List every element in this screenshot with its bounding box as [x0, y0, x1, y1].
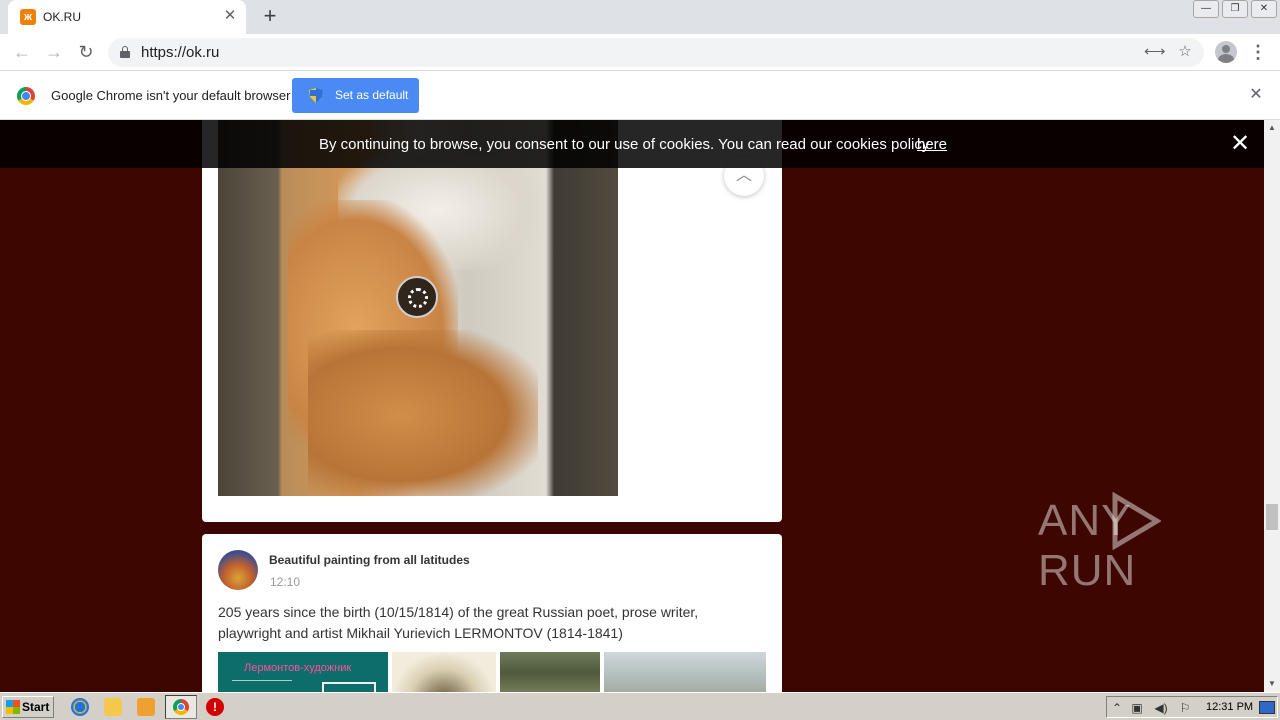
network-icon[interactable]: ▣	[1129, 700, 1145, 716]
post-time[interactable]: 12:10	[270, 575, 300, 589]
page-scrollbar[interactable]: ▲ ▼	[1264, 120, 1280, 692]
group-name-link[interactable]: Beautiful painting from all latitudes	[269, 553, 470, 567]
post-text: 205 years since the birth (10/15/1814) o…	[218, 604, 699, 641]
address-bar[interactable]: https://ok.ru ⟷ ☆	[108, 38, 1204, 67]
post-image-4[interactable]	[604, 652, 766, 692]
profile-avatar[interactable]	[1215, 41, 1237, 63]
windows-logo-icon	[6, 700, 20, 714]
start-button[interactable]: Start	[2, 696, 54, 718]
infobar-close-icon[interactable]: ✕	[1248, 87, 1264, 103]
thumb-title: Лермонтов-художник	[244, 662, 352, 674]
tab-ok-ru[interactable]: ж OK.RU ✕	[8, 0, 246, 34]
system-tray: ⌃ ▣ ◀) ⚐ 12:31 PM	[1106, 696, 1278, 718]
volume-icon[interactable]: ◀)	[1153, 700, 1169, 716]
tray-expand-icon[interactable]: ⌃	[1109, 700, 1125, 716]
set-as-default-button[interactable]: Set as default	[292, 78, 419, 113]
window-controls: — ❐ ✕	[1193, 0, 1280, 20]
forward-button[interactable]: →	[42, 40, 66, 64]
windows-taskbar: Start ! ⌃ ▣ ◀) ⚐ 12:31 PM	[0, 692, 1280, 720]
stop-sign-icon[interactable]: !	[206, 698, 224, 716]
feed-card-post: Beautiful painting from all latitudes 12…	[202, 534, 782, 692]
new-tab-button[interactable]: +	[258, 5, 282, 29]
cat-video-thumbnail[interactable]	[218, 120, 618, 496]
chrome-icon	[173, 699, 189, 715]
reload-button[interactable]: ↻	[74, 40, 98, 64]
tab-strip: ж OK.RU ✕ + — ❐ ✕	[0, 0, 1280, 34]
close-window-button[interactable]: ✕	[1251, 0, 1277, 18]
chrome-menu-button[interactable]: ⋮	[1248, 40, 1268, 64]
watermark-right: RUN	[1038, 546, 1137, 595]
clock[interactable]: 12:31 PM	[1206, 701, 1253, 713]
cookie-consent-bar: By continuing to browse, you consent to …	[0, 120, 1264, 168]
infobar-message: Google Chrome isn't your default browser	[51, 88, 291, 103]
media-player-icon[interactable]	[137, 698, 155, 716]
scroll-up-arrow-icon[interactable]: ▲	[1264, 120, 1280, 136]
back-button[interactable]: ←	[10, 40, 34, 64]
action-center-flag-icon[interactable]: ⚐	[1177, 700, 1193, 716]
file-explorer-icon[interactable]	[104, 698, 122, 716]
cookie-close-icon[interactable]: ✕	[1229, 132, 1251, 156]
show-desktop-icon[interactable]	[1259, 701, 1275, 714]
post-image-1[interactable]: Лермонтов-художник	[218, 652, 388, 692]
taskbar-chrome-button[interactable]	[165, 695, 197, 719]
default-browser-infobar: Google Chrome isn't your default browser…	[0, 71, 1280, 120]
set-as-default-label: Set as default	[335, 88, 409, 102]
restore-button[interactable]: ❐	[1222, 0, 1248, 18]
url-text[interactable]: https://ok.ru	[141, 44, 219, 61]
scrollbar-thumb[interactable]	[1266, 504, 1278, 530]
bookmark-star-icon[interactable]: ☆	[1176, 43, 1194, 61]
ok-favicon-icon: ж	[20, 9, 36, 25]
cookie-policy-link[interactable]: here	[917, 136, 947, 153]
group-avatar[interactable]	[218, 550, 258, 590]
translate-icon[interactable]: ⟷	[1144, 43, 1166, 61]
chrome-logo-icon	[17, 87, 35, 105]
tab-close-icon[interactable]: ✕	[222, 8, 238, 24]
lock-icon[interactable]	[120, 46, 130, 58]
browser-toolbar: ← → ↻ https://ok.ru ⟷ ☆ ⋮	[0, 34, 1280, 71]
minimize-button[interactable]: —	[1193, 0, 1219, 18]
internet-explorer-icon[interactable]	[71, 698, 89, 716]
scroll-down-arrow-icon[interactable]: ▼	[1264, 676, 1280, 692]
feed-card-video: ︿	[202, 120, 782, 522]
start-label: Start	[22, 700, 50, 714]
post-image-2[interactable]	[392, 652, 496, 692]
post-image-3[interactable]	[500, 652, 600, 692]
shield-icon	[309, 88, 323, 103]
loading-spinner-icon	[396, 276, 438, 318]
page-content: ︿ Beautiful painting from all latitudes …	[0, 120, 1264, 692]
cookie-message: By continuing to browse, you consent to …	[319, 136, 930, 153]
play-triangle-icon	[1112, 492, 1161, 550]
tab-title: OK.RU	[43, 10, 82, 24]
